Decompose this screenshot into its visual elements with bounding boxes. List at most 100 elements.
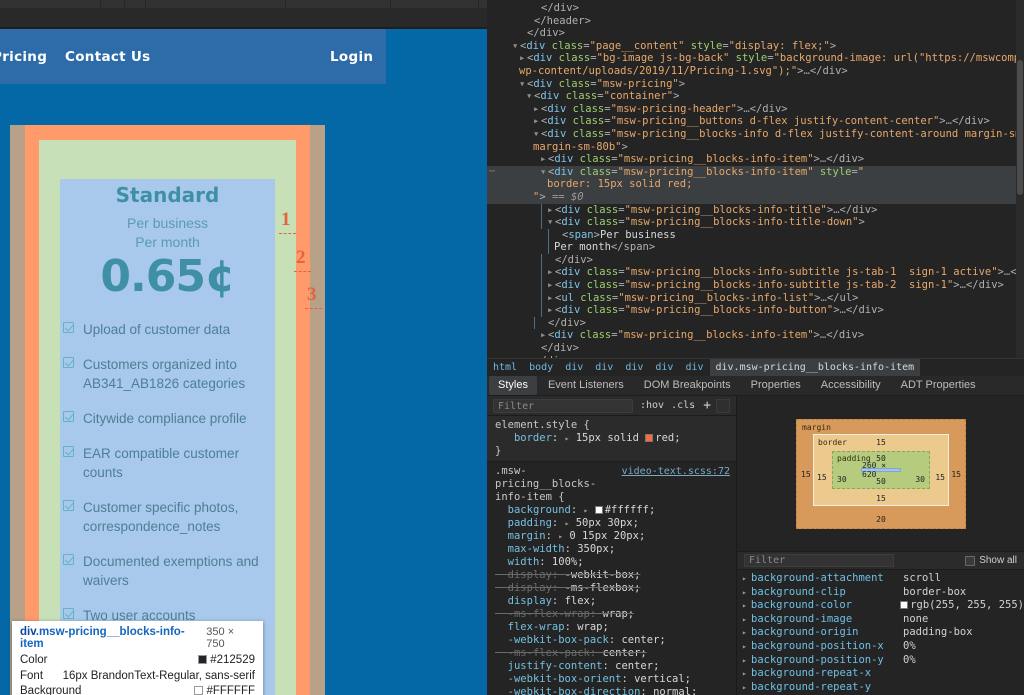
css-declaration[interactable]: display: -ms-flexbox; — [495, 582, 730, 595]
expand-triangle-icon[interactable]: ▸ — [742, 586, 751, 600]
breadcrumb[interactable]: html body div div div div div div.msw-pricing__… — [487, 358, 1024, 376]
breadcrumb-item[interactable]: div — [559, 359, 589, 376]
css-value[interactable]: wrap; — [577, 621, 609, 633]
color-swatch-red[interactable] — [645, 434, 654, 442]
css-rule-block[interactable]: video-text.scss:72 .msw- pricing__blocks-… — [487, 462, 736, 695]
expand-triangle-icon[interactable]: ▸ — [742, 681, 751, 695]
expand-triangle-closed-icon[interactable]: ▸ — [540, 153, 548, 166]
css-value[interactable]: 100%; — [552, 556, 584, 568]
border-bottom-value[interactable]: 15 — [876, 494, 886, 503]
dom-tree-line[interactable]: ▸ <div class="msw-pricing-header">…</div> — [487, 103, 1024, 116]
css-property[interactable]: display — [508, 582, 552, 594]
computed-property-row[interactable]: ▸ background-attachment scroll — [738, 572, 1024, 586]
border-top-value[interactable]: 15 — [876, 438, 886, 447]
dom-tree-line[interactable]: "> == $0 — [487, 190, 1024, 204]
dom-tree-line[interactable]: ▾ <div class="msw-pricing__blocks-info d-… — [487, 128, 1024, 141]
css-declaration[interactable]: -webkit-box-pack: center; — [495, 634, 730, 647]
css-value[interactable]: -ms-flexbox; — [565, 582, 641, 594]
css-property[interactable]: padding — [508, 517, 552, 529]
computed-property-row[interactable]: ▸ background-repeat-y — [738, 681, 1024, 695]
dom-tree-line[interactable]: wp-content/uploads/2019/11/Pricing-1.svg… — [487, 65, 1024, 78]
css-value[interactable]: center; — [615, 660, 659, 672]
dom-tree-line[interactable]: ▾ <div class="msw-pricing__blocks-info-ti… — [487, 216, 1024, 229]
dom-tree-line[interactable]: </div> — [487, 342, 1024, 355]
color-swatch[interactable] — [594, 506, 603, 514]
computed-properties-list[interactable]: ▸ background-attachment scroll ▸ background-… — [738, 570, 1024, 694]
css-value[interactable]: 350px; — [577, 543, 615, 555]
dom-tree-line[interactable]: ▸ <div class="msw-pricing__buttons d-flex… — [487, 115, 1024, 128]
dom-tree-line[interactable]: ▸ <div class="msw-pricing__blocks-info-bu… — [487, 304, 1024, 317]
box-model-diagram[interactable]: margin 15 15 20 border 15 15 15 15 paddi… — [738, 396, 1024, 551]
dom-tree-line[interactable]: ⋯ ▾ <div class="msw-pricing__blocks-info-i… — [487, 165, 1024, 179]
css-property[interactable]: -ms-flex-pack — [508, 647, 590, 659]
dom-scrollbar-thumb[interactable] — [1017, 60, 1023, 195]
computed-property-row[interactable]: ▸ background-position-y 0% — [738, 654, 1024, 668]
breadcrumb-item[interactable]: div — [649, 359, 679, 376]
css-value[interactable]: -webkit-box; — [565, 569, 641, 581]
css-value[interactable]: 0 15px 20px; — [569, 530, 645, 542]
dom-tree-line[interactable]: ▾ <div class="page__content" style="displ… — [487, 40, 1024, 53]
expand-triangle-closed-icon[interactable]: ▸ — [547, 279, 555, 292]
css-declaration[interactable]: -webkit-box-direction: normal; — [495, 686, 730, 695]
css-property[interactable]: flex-wrap — [508, 621, 565, 633]
breadcrumb-item[interactable]: div — [589, 359, 619, 376]
dom-tree-line[interactable]: </div> — [487, 2, 1024, 15]
breadcrumb-item[interactable]: div.msw-pricing__blocks-info-item — [709, 359, 921, 376]
css-declaration[interactable]: display: -webkit-box; — [495, 569, 730, 582]
expand-triangle-closed-icon[interactable]: ▸ — [540, 329, 548, 342]
breadcrumb-item[interactable]: body — [523, 359, 559, 376]
devtools-tab-accessibility[interactable]: Accessibility — [812, 376, 890, 395]
styles-filter-input[interactable]: Filter — [493, 398, 633, 413]
expand-triangle-icon[interactable]: ▸ — [742, 626, 751, 640]
nav-login[interactable]: Login — [330, 49, 373, 65]
dom-tree-line[interactable]: ▸ <div class="bg-image js-bg-back" style=… — [487, 52, 1024, 65]
styles-pane[interactable]: Filter :hov .cls + element.style { borde… — [487, 396, 737, 695]
expand-triangle-closed-icon[interactable]: ▸ — [547, 292, 555, 305]
css-value[interactable]: vertical; — [634, 673, 691, 685]
css-declaration[interactable]: justify-content: center; — [495, 660, 730, 673]
expand-triangle-open-icon[interactable]: ▾ — [519, 78, 527, 91]
margin-left-value[interactable]: 15 — [801, 470, 811, 479]
expand-triangle-open-icon[interactable]: ▾ — [547, 216, 555, 229]
css-property[interactable]: display — [508, 569, 552, 581]
dom-tree-line[interactable]: </div> — [487, 253, 1024, 267]
css-property[interactable]: background — [508, 504, 571, 516]
dom-tree-line[interactable]: ▾ <div class="msw-pricing"> — [487, 78, 1024, 91]
expand-triangle-closed-icon[interactable]: ▸ — [547, 204, 555, 217]
expand-triangle-open-icon[interactable]: ▾ — [540, 166, 548, 179]
border-right-value[interactable]: 15 — [935, 473, 945, 482]
css-value[interactable]: normal; — [653, 686, 697, 695]
css-property[interactable]: -webkit-box-pack — [508, 634, 609, 646]
computed-property-row[interactable]: ▸ background-origin padding-box — [738, 626, 1024, 640]
css-declaration[interactable]: -webkit-box-orient: vertical; — [495, 673, 730, 686]
devtools-tab-properties[interactable]: Properties — [742, 376, 810, 395]
expand-arrow-icon[interactable]: ▸ — [558, 532, 563, 541]
padding-left-value[interactable]: 30 — [837, 475, 847, 484]
dom-tree-line[interactable]: ▸ <ul class="msw-pricing__blocks-info-lis… — [487, 291, 1024, 305]
devtools-tab-strip[interactable]: Styles Event Listeners DOM Breakpoints Prop… — [487, 376, 1024, 396]
computed-property-row[interactable]: ▸ background-repeat-x — [738, 667, 1024, 681]
css-value[interactable]: #ffffff; — [605, 504, 656, 516]
expand-triangle-icon[interactable]: ▸ — [742, 654, 751, 668]
style-sheet-selector[interactable] — [716, 398, 731, 413]
dom-tree-line[interactable]: ▸ <div class="msw-pricing__blocks-info-su… — [487, 266, 1024, 280]
css-declaration[interactable]: max-width: 350px; — [495, 543, 730, 556]
dom-tree-line[interactable]: </div> — [487, 316, 1024, 330]
margin-right-value[interactable]: 15 — [951, 470, 961, 479]
css-property[interactable]: -ms-flex-wrap — [508, 608, 590, 620]
css-property[interactable]: -webkit-box-orient — [508, 673, 622, 685]
dom-tree-line[interactable]: ▸ <div class="msw-pricing__blocks-info-it… — [487, 329, 1024, 342]
expand-triangle-icon[interactable]: ▸ — [742, 613, 751, 627]
new-style-rule-button[interactable]: + — [703, 398, 711, 413]
checkbox-icon[interactable] — [965, 555, 976, 566]
devtools-tab-dom-breakpoints[interactable]: DOM Breakpoints — [635, 376, 740, 395]
computed-pane[interactable]: margin 15 15 20 border 15 15 15 15 paddi… — [738, 396, 1024, 695]
css-property[interactable]: justify-content — [508, 660, 603, 672]
computed-filter-input[interactable]: Filter — [744, 554, 894, 567]
computed-property-row[interactable]: ▸ background-clip border-box — [738, 586, 1024, 600]
expand-triangle-open-icon[interactable]: ▾ — [526, 90, 534, 103]
dom-scrollbar-track[interactable] — [1016, 0, 1024, 358]
css-value[interactable]: 50px 30px; — [576, 517, 639, 529]
dom-tree-line[interactable]: </div> — [487, 27, 1024, 40]
css-declaration[interactable]: flex-wrap: wrap; — [495, 621, 730, 634]
